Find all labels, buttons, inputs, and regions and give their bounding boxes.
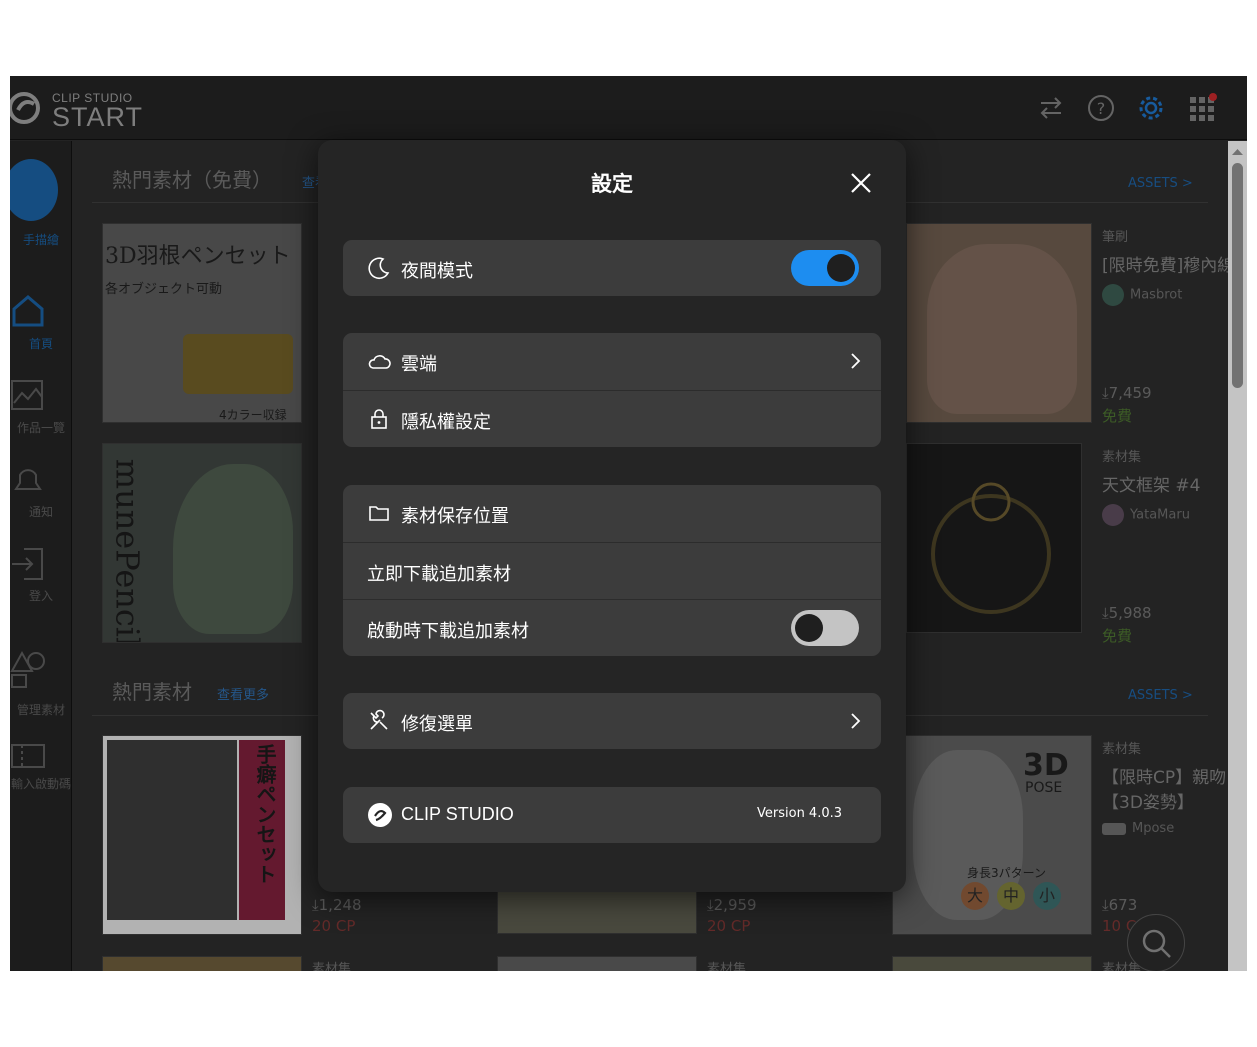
dark-mode-toggle[interactable] [791,250,859,286]
settings-group-repair: 修復選單 [343,693,881,749]
cloud-label: 雲端 [401,354,437,375]
chevron-right-icon [851,713,861,729]
cloud-row[interactable]: 雲端 [343,333,881,390]
download-now-label: 立即下載追加素材 [367,564,511,585]
about-row[interactable]: CLIP STUDIO Version 4.0.3 [343,787,881,843]
settings-group-appearance: 夜間模式 [343,240,881,296]
dark-mode-row: 夜間模式 [343,240,881,296]
download-on-start-toggle[interactable] [791,610,859,646]
storage-location-row[interactable]: 素材保存位置 [343,485,881,542]
version-text: Version 4.0.3 [757,806,843,821]
repair-menu-label: 修復選單 [401,714,473,735]
settings-group-account: 雲端 隱私權設定 [343,333,881,447]
download-on-start-row: 啟動時下載追加素材 [343,599,881,656]
settings-group-materials: 素材保存位置 立即下載追加素材 啟動時下載追加素材 [343,485,881,656]
settings-dialog: 設定 夜間模式 雲端 隱私權設定 素材保存位置 立即下載追加素材 啟動時下載追加… [318,140,906,892]
moon-icon [368,257,390,280]
lock-icon [371,409,387,429]
toggle-knob [795,614,823,642]
dark-mode-label: 夜間模式 [401,261,473,282]
download-on-start-label: 啟動時下載追加素材 [367,621,529,642]
clip-studio-icon [368,803,392,827]
folder-icon [369,506,389,521]
privacy-label: 隱私權設定 [401,412,491,433]
settings-group-about: CLIP STUDIO Version 4.0.3 [343,787,881,843]
privacy-row[interactable]: 隱私權設定 [343,390,881,447]
storage-location-label: 素材保存位置 [401,506,509,527]
repair-menu-row[interactable]: 修復選單 [343,693,881,749]
download-now-row[interactable]: 立即下載追加素材 [343,542,881,599]
dialog-title: 設定 [591,172,633,196]
close-icon [851,173,871,193]
tools-icon [370,709,388,730]
toggle-knob [827,254,855,282]
about-label: CLIP STUDIO [401,804,514,824]
chevron-right-icon [851,353,861,369]
close-button[interactable] [848,170,874,196]
cloud-icon [368,355,391,369]
